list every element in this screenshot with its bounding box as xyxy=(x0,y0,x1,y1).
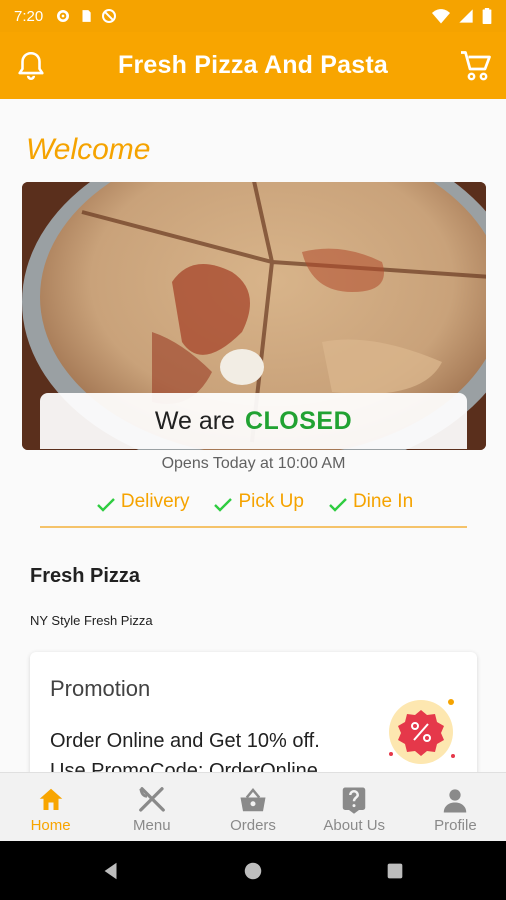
discount-badge-icon xyxy=(389,699,455,764)
home-icon xyxy=(39,788,62,810)
promotion-title: Promotion xyxy=(50,676,151,701)
service-options: Delivery Pick Up Dine In xyxy=(40,491,467,528)
promotion-card[interactable]: Promotion Order Online and Get 10% off. … xyxy=(30,652,477,772)
nav-label: About Us xyxy=(323,817,386,834)
signal-icon xyxy=(459,9,473,23)
opening-hours: Opens Today at 10:00 AM xyxy=(161,455,346,472)
system-navigation-bar xyxy=(0,841,506,900)
check-icon xyxy=(329,498,347,512)
sd-card-icon xyxy=(82,10,91,22)
nav-orders[interactable]: Orders xyxy=(202,773,303,841)
check-icon xyxy=(96,498,115,512)
recents-icon[interactable] xyxy=(384,860,406,882)
nav-menu[interactable]: Menu xyxy=(101,773,202,841)
open-status-card: We are CLOSED xyxy=(40,393,467,449)
nav-label: Profile xyxy=(434,817,477,834)
service-label: Dine In xyxy=(352,491,414,512)
service-label: Delivery xyxy=(120,491,190,512)
service-pickup: Pick Up xyxy=(211,491,304,526)
status-closed-label: CLOSED xyxy=(244,406,353,435)
main-content[interactable]: Welcome We are CLOSED Opens Today at 10:… xyxy=(0,99,506,772)
basket-icon xyxy=(240,788,266,812)
nav-about-us[interactable]: About Us xyxy=(304,773,405,841)
nav-profile[interactable]: Profile xyxy=(405,773,506,841)
person-icon xyxy=(444,789,467,813)
home-circle-icon[interactable] xyxy=(242,860,264,882)
status-icons-left xyxy=(55,8,117,24)
service-delivery: Delivery xyxy=(94,491,190,526)
cart-icon[interactable] xyxy=(458,48,494,84)
bell-icon[interactable] xyxy=(14,49,48,83)
business-description: NY Style Fresh Pizza xyxy=(30,613,153,628)
app-title: Fresh Pizza And Pasta xyxy=(117,51,389,79)
status-time: 7:20 xyxy=(14,7,44,25)
service-label: Pick Up xyxy=(238,491,304,512)
welcome-heading: Welcome xyxy=(26,133,151,166)
business-name: Fresh Pizza xyxy=(30,565,141,587)
status-icons-right xyxy=(432,8,492,24)
service-dine-in: Dine In xyxy=(326,491,413,526)
battery-icon xyxy=(482,8,492,24)
status-prefix: We are xyxy=(154,406,235,435)
bottom-navigation: Home Menu Orders About Us Profile xyxy=(0,772,506,841)
back-icon[interactable] xyxy=(100,860,122,882)
check-icon xyxy=(214,498,233,512)
nav-label: Orders xyxy=(230,817,276,834)
nav-home[interactable]: Home xyxy=(0,773,101,841)
nav-label: Home xyxy=(30,817,71,834)
settings-icon xyxy=(57,10,70,22)
status-bar: 7:20 xyxy=(0,0,506,32)
no-sync-icon xyxy=(102,9,117,23)
wifi-icon xyxy=(432,9,450,24)
nav-label: Menu xyxy=(133,817,171,834)
promotion-text: Order Online and Get 10% off. Use PromoC… xyxy=(50,730,320,772)
app-bar: Fresh Pizza And Pasta xyxy=(0,32,506,99)
fork-knife-icon xyxy=(138,787,165,812)
help-icon xyxy=(342,787,366,814)
